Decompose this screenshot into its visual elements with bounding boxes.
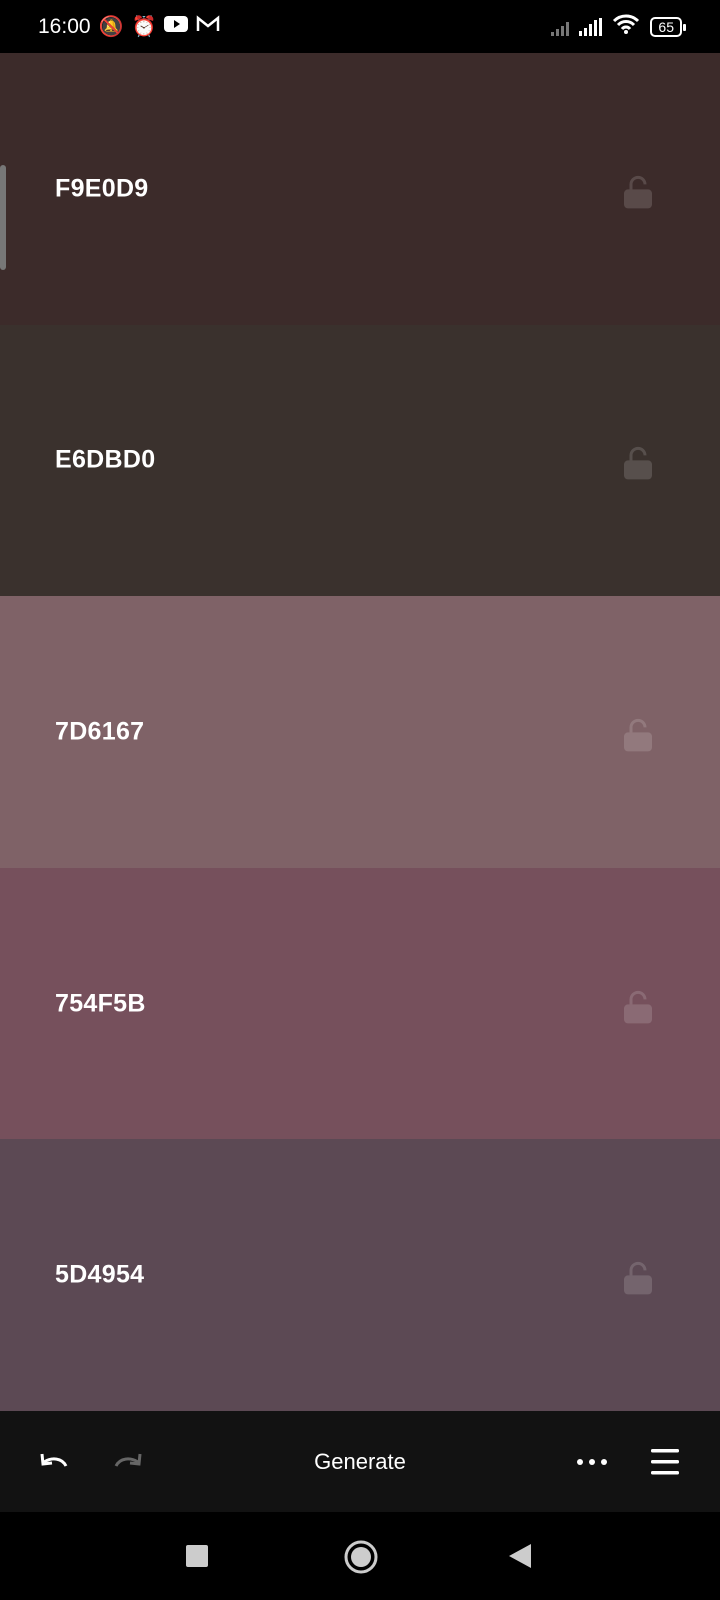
generate-button[interactable]: Generate <box>314 1449 406 1475</box>
unlock-icon[interactable] <box>622 718 654 752</box>
gmail-icon <box>196 14 220 39</box>
battery-icon: 65 <box>650 16 686 37</box>
hex-code[interactable]: F9E0D9 <box>55 174 149 203</box>
color-swatch[interactable]: 7D6167 <box>0 596 720 868</box>
more-options-icon[interactable] <box>576 1458 608 1466</box>
youtube-icon <box>164 15 189 39</box>
back-button[interactable] <box>508 1543 532 1569</box>
hex-code[interactable]: 754F5B <box>55 989 146 1018</box>
color-swatch[interactable]: E6DBD0 <box>0 324 720 597</box>
hex-code[interactable]: E6DBD0 <box>55 446 155 475</box>
unlock-icon[interactable] <box>622 447 654 481</box>
color-swatch[interactable]: 5D4954 <box>0 1139 720 1411</box>
menu-icon[interactable] <box>651 1448 679 1476</box>
hex-code[interactable]: 5D4954 <box>55 1261 144 1290</box>
scrollbar[interactable] <box>0 165 6 270</box>
alarm-icon: ⏰ <box>131 16 157 38</box>
signal-icon <box>579 17 603 36</box>
unlock-icon[interactable] <box>622 175 654 209</box>
unlock-icon[interactable] <box>622 990 654 1024</box>
status-bar: 16:00 🔕 ⏰ 65 <box>0 0 720 53</box>
system-nav-bar <box>0 1512 720 1600</box>
unlock-icon[interactable] <box>622 1262 654 1296</box>
signal-no-sim-icon <box>551 18 570 36</box>
color-swatch[interactable]: 754F5B <box>0 867 720 1140</box>
palette: F9E0D9 E6DBD0 7D6167 754F5B 5D4954 <box>0 53 720 1411</box>
recents-button[interactable] <box>186 1545 208 1567</box>
redo-icon[interactable] <box>112 1450 144 1474</box>
vibrate-off-icon: 🔕 <box>98 16 124 38</box>
hex-code[interactable]: 7D6167 <box>55 717 144 746</box>
wifi-icon <box>612 13 640 41</box>
home-button[interactable] <box>344 1540 378 1574</box>
undo-icon[interactable] <box>38 1450 70 1474</box>
bottom-toolbar: Generate <box>0 1411 720 1512</box>
status-time: 16:00 <box>38 14 91 38</box>
color-swatch[interactable]: F9E0D9 <box>0 53 720 325</box>
